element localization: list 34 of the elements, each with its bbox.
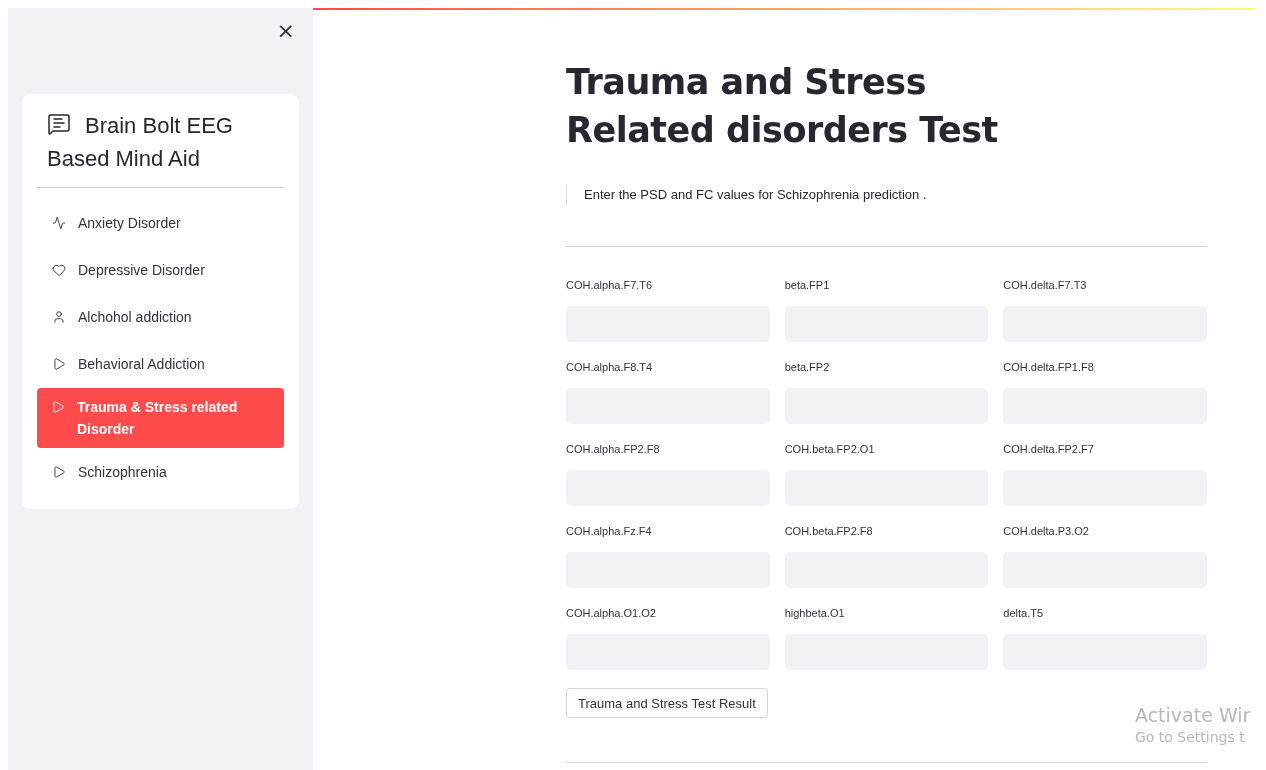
heart-icon xyxy=(52,263,66,277)
field-label: COH.alpha.FP2.F8 xyxy=(566,443,661,456)
field-label: COH.alpha.F7.T6 xyxy=(566,279,654,292)
menu-item[interactable]: Schizophrenia xyxy=(37,449,284,495)
menu-item[interactable]: Behavioral Addiction xyxy=(37,341,284,387)
activation-subtitle: Go to Settings t xyxy=(1135,728,1246,747)
result-button[interactable]: Trauma and Stress Test Result xyxy=(566,688,768,718)
page-title: Trauma and Stress Related disorders Test xyxy=(566,61,999,152)
app-title: Brain Bolt EEG Based Mind Aid xyxy=(37,108,284,188)
menu-item[interactable]: Depressive Disorder xyxy=(37,247,284,293)
pulse-icon xyxy=(52,216,66,230)
field-label: COH.delta.P3.O2 xyxy=(1003,525,1090,538)
close-button[interactable]: × xyxy=(272,20,299,42)
person-icon xyxy=(52,310,66,324)
field-label: COH.beta.FP2.F8 xyxy=(784,525,874,538)
field-label: COH.alpha.O1.O2 xyxy=(566,607,657,620)
field-label: delta.T5 xyxy=(1003,607,1045,620)
play-icon xyxy=(52,465,66,479)
info-text: Enter the PSD and FC values for Schizophrenia prediction . xyxy=(566,184,1207,205)
field-label: COH.alpha.Fz.F4 xyxy=(566,525,653,538)
play-icon xyxy=(52,357,66,371)
activation-title: Activate Wir xyxy=(1135,703,1251,727)
field-label: COH.delta.FP2.F7 xyxy=(1003,443,1095,456)
field-label: beta.FP2 xyxy=(784,361,831,374)
field-label: COH.alpha.F8.T4 xyxy=(566,361,654,374)
menu-item[interactable]: Anxiety Disorder xyxy=(37,200,284,246)
field-label: highbeta.O1 xyxy=(784,607,846,620)
menu-item[interactable]: Alchohol addiction xyxy=(37,294,284,340)
play-icon xyxy=(51,400,65,414)
message-icon xyxy=(47,112,71,136)
field-label: COH.delta.F7.T3 xyxy=(1003,279,1088,292)
field-label: beta.FP1 xyxy=(784,279,831,292)
field-label: COH.beta.FP2.O1 xyxy=(784,443,876,456)
field-label: COH.delta.FP1.F8 xyxy=(1003,361,1095,374)
